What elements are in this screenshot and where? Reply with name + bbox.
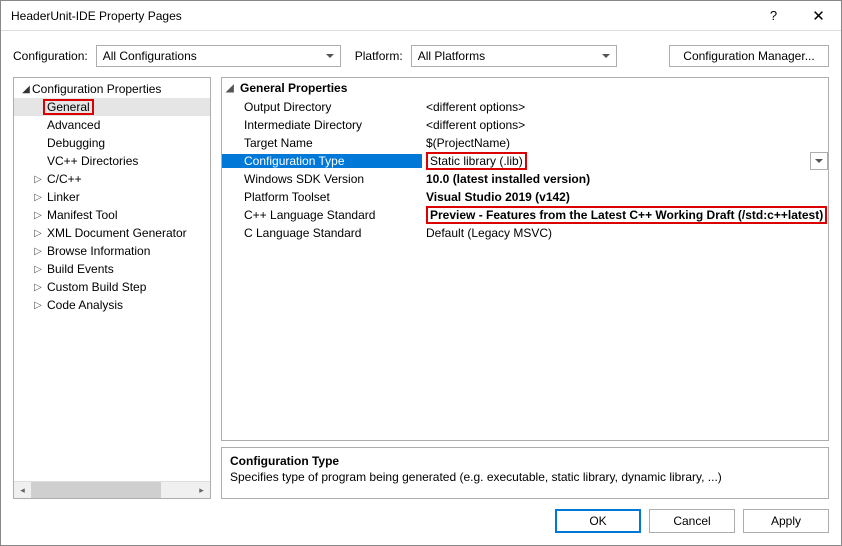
grid-row-platform-toolset[interactable]: Platform ToolsetVisual Studio 2019 (v142… <box>222 188 828 206</box>
tree-item-label: VC++ Directories <box>44 154 141 168</box>
grid-row-c-language-standard[interactable]: C++ Language StandardPreview - Features … <box>222 206 828 224</box>
grid-value-dropdown-button[interactable] <box>810 152 828 170</box>
grid-row-label: Output Directory <box>222 100 422 114</box>
platform-dropdown[interactable]: All Platforms <box>411 45 617 67</box>
scroll-left-button[interactable]: ◂ <box>14 482 31 499</box>
close-button[interactable]: ✕ <box>796 1 841 31</box>
tree-item-linker[interactable]: ▷Linker <box>14 188 210 206</box>
grid-row-label: Target Name <box>222 136 422 150</box>
tree-item-label: XML Document Generator <box>44 226 190 240</box>
window-title: HeaderUnit-IDE Property Pages <box>11 9 751 23</box>
chevron-right-icon: ▷ <box>32 246 44 257</box>
grid-row-intermediate-directory[interactable]: Intermediate Directory<different options… <box>222 116 828 134</box>
configuration-value: All Configurations <box>103 49 197 63</box>
chevron-right-icon: ▷ <box>32 264 44 275</box>
tree-root[interactable]: ◢ Configuration Properties <box>14 80 210 98</box>
platform-value: All Platforms <box>418 49 485 63</box>
grid-row-label: Platform Toolset <box>222 190 422 204</box>
configuration-label: Configuration: <box>13 49 88 63</box>
cancel-button[interactable]: Cancel <box>649 509 735 533</box>
titlebar: HeaderUnit-IDE Property Pages ? ✕ <box>1 1 841 31</box>
tree-item-label: Code Analysis <box>44 298 126 312</box>
grid-row-value: Visual Studio 2019 (v142) <box>422 190 828 204</box>
tree-item-label: Manifest Tool <box>44 208 120 222</box>
tree-item-vc-directories[interactable]: VC++ Directories <box>14 152 210 170</box>
grid-row-value: 10.0 (latest installed version) <box>422 172 828 186</box>
chevron-right-icon: ▷ <box>32 174 44 185</box>
tree-item-label: Custom Build Step <box>44 280 149 294</box>
chevron-down-icon <box>815 159 823 163</box>
configuration-manager-button[interactable]: Configuration Manager... <box>669 45 829 67</box>
chevron-down-icon <box>602 54 610 58</box>
tree: ◢ Configuration Properties General Advanc… <box>14 78 210 481</box>
grid-row-output-directory[interactable]: Output Directory<different options> <box>222 98 828 116</box>
bottom-bar: OK Cancel Apply <box>1 499 841 545</box>
grid-row-target-name[interactable]: Target Name$(ProjectName) <box>222 134 828 152</box>
tree-item-label: Browse Information <box>44 244 153 258</box>
tree-item-custom-build-step[interactable]: ▷Custom Build Step <box>14 278 210 296</box>
tree-item-label: Debugging <box>44 136 108 150</box>
tree-item-xml-document-generator[interactable]: ▷XML Document Generator <box>14 224 210 242</box>
chevron-right-icon: ▷ <box>32 192 44 203</box>
tree-item-general[interactable]: General <box>14 98 210 116</box>
grid-row-value: Static library (.lib) <box>422 152 828 170</box>
config-row: Configuration: All Configurations Platfo… <box>1 31 841 77</box>
ok-button[interactable]: OK <box>555 509 641 533</box>
tree-item-browse-information[interactable]: ▷Browse Information <box>14 242 210 260</box>
properties-grid: ◢ General Properties Output Directory<di… <box>221 77 829 441</box>
tree-item-label: C/C++ <box>44 172 85 186</box>
tree-item-code-analysis[interactable]: ▷Code Analysis <box>14 296 210 314</box>
chevron-right-icon: ▷ <box>32 282 44 293</box>
description-text: Specifies type of program being generate… <box>230 470 820 484</box>
grid-header[interactable]: ◢ General Properties <box>222 78 828 98</box>
chevron-right-icon: ▷ <box>32 228 44 239</box>
grid-row-label: Windows SDK Version <box>222 172 422 186</box>
chevron-right-icon: ▷ <box>32 210 44 221</box>
grid-row-value: Preview - Features from the Latest C++ W… <box>422 206 828 224</box>
tree-pane: ◢ Configuration Properties General Advanc… <box>13 77 211 499</box>
chevron-right-icon: ▷ <box>32 300 44 311</box>
configuration-dropdown[interactable]: All Configurations <box>96 45 341 67</box>
grid-row-windows-sdk-version[interactable]: Windows SDK Version10.0 (latest installe… <box>222 170 828 188</box>
scroll-track[interactable] <box>31 482 193 499</box>
grid-row-label: C Language Standard <box>222 226 422 240</box>
tree-item-label: Advanced <box>44 118 103 132</box>
description-box: Configuration Type Specifies type of pro… <box>221 447 829 499</box>
chevron-down-icon <box>326 54 334 58</box>
tree-item-label: General <box>44 100 93 114</box>
tree-item-label: Build Events <box>44 262 117 276</box>
platform-label: Platform: <box>355 49 403 63</box>
body: ◢ Configuration Properties General Advanc… <box>1 77 841 499</box>
tree-item-c-c-[interactable]: ▷C/C++ <box>14 170 210 188</box>
grid-row-value: <different options> <box>422 100 828 114</box>
scroll-thumb[interactable] <box>31 482 161 499</box>
scroll-right-button[interactable]: ▸ <box>193 482 210 499</box>
tree-item-advanced[interactable]: Advanced <box>14 116 210 134</box>
horizontal-scrollbar[interactable]: ◂ ▸ <box>14 481 210 498</box>
grid-row-label: Intermediate Directory <box>222 118 422 132</box>
grid-row-value: <different options> <box>422 118 828 132</box>
properties-pane: ◢ General Properties Output Directory<di… <box>221 77 829 499</box>
tree-item-label: Linker <box>44 190 83 204</box>
tree-item-build-events[interactable]: ▷Build Events <box>14 260 210 278</box>
grid-row-label: C++ Language Standard <box>222 208 422 222</box>
help-button[interactable]: ? <box>751 1 796 31</box>
grid-row-c-language-standard[interactable]: C Language StandardDefault (Legacy MSVC) <box>222 224 828 242</box>
chevron-down-icon: ◢ <box>20 84 32 95</box>
description-title: Configuration Type <box>230 454 820 468</box>
chevron-down-icon: ◢ <box>226 83 240 94</box>
grid-row-configuration-type[interactable]: Configuration TypeStatic library (.lib) <box>222 152 828 170</box>
grid-row-label: Configuration Type <box>222 154 422 168</box>
dialog-window: HeaderUnit-IDE Property Pages ? ✕ Config… <box>0 0 842 546</box>
tree-item-debugging[interactable]: Debugging <box>14 134 210 152</box>
grid-row-value: $(ProjectName) <box>422 136 828 150</box>
tree-item-manifest-tool[interactable]: ▷Manifest Tool <box>14 206 210 224</box>
grid-row-value: Default (Legacy MSVC) <box>422 226 828 240</box>
apply-button[interactable]: Apply <box>743 509 829 533</box>
